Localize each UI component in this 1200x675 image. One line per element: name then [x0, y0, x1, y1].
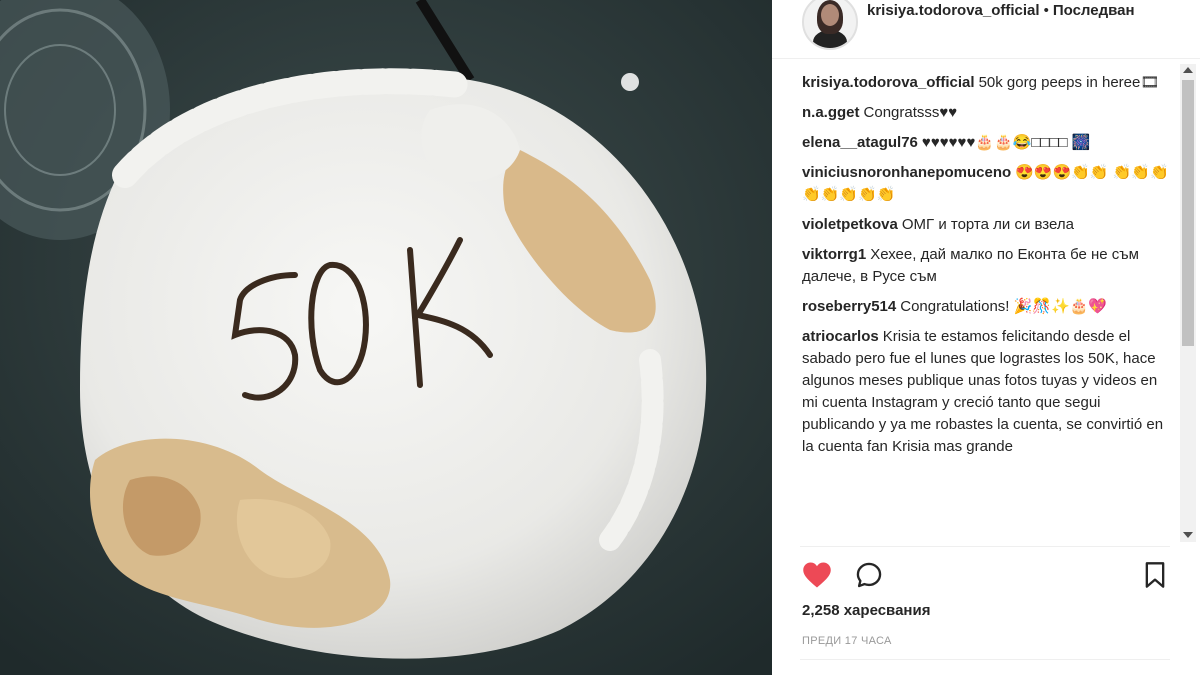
likes-label: харесвания [843, 602, 931, 619]
avatar-face [821, 4, 839, 26]
comment-username[interactable]: n.a.gget [802, 104, 860, 121]
comment-text: Krisia te estamos felicitando desde el s… [802, 328, 1164, 455]
post-timestamp: ПРЕДИ 17 ЧАСА [802, 635, 892, 647]
comment-username[interactable]: elena__atagul76 [802, 134, 918, 151]
scroll-up-arrow-icon[interactable] [1183, 67, 1193, 73]
divider [800, 546, 1170, 547]
likes-count[interactable]: 2,258 харесвания [802, 602, 930, 619]
divider [800, 659, 1170, 660]
header-separator: • [1043, 2, 1049, 19]
save-button[interactable] [1138, 558, 1172, 592]
scrollbar-thumb[interactable] [1182, 80, 1194, 346]
follow-status-button[interactable]: Последван [1053, 2, 1135, 19]
comment-item: krisiya.todorova_official 50k gorg peeps … [802, 72, 1170, 94]
comment-text: Congratulations! 🎉🎊✨🎂💖 [900, 298, 1108, 315]
header-username[interactable]: krisiya.todorova_official [867, 2, 1040, 19]
comment-item: n.a.gget Congratsss♥♥ [802, 102, 1170, 124]
post-photo[interactable] [0, 0, 772, 675]
comment-item: violetpetkova ОМГ и торта ли си взела [802, 214, 1170, 236]
avatar[interactable] [802, 0, 858, 50]
comment-username[interactable]: viniciusnoronhanepomuceno [802, 164, 1011, 181]
comment-item: elena__atagul76 ♥♥♥♥♥♥🎂🎂😂□□□□ 🎆 [802, 132, 1170, 154]
comment-item: viktorrg1 Хехее, дай малко по Еконта бе н… [802, 244, 1170, 288]
scroll-down-arrow-icon[interactable] [1183, 532, 1193, 538]
instagram-post: krisiya.todorova_official • Последван kris… [0, 0, 1200, 675]
comments-list[interactable]: krisiya.todorova_official 50k gorg peeps … [802, 72, 1170, 542]
comment-username[interactable]: atriocarlos [802, 328, 879, 345]
comment-text: ОМГ и торта ли си взела [901, 216, 1074, 233]
comment-text: Congratsss♥♥ [863, 104, 958, 121]
cake-photo-image [0, 0, 772, 675]
comment-text: ♥♥♥♥♥♥🎂🎂😂□□□□ 🎆 [921, 134, 1091, 151]
like-button[interactable] [800, 558, 834, 592]
heart-icon [803, 562, 831, 588]
comment-item: viniciusnoronhanepomuceno 😍😍😍👏👏 👏👏👏👏👏👏👏👏 [802, 162, 1170, 206]
post-side-panel: krisiya.todorova_official • Последван kris… [772, 0, 1200, 675]
comment-username[interactable]: violetpetkova [802, 216, 898, 233]
comment-text: 50k gorg peeps in heree🎞 [978, 74, 1160, 91]
comment-username[interactable]: roseberry514 [802, 298, 896, 315]
comment-username[interactable]: viktorrg1 [802, 246, 866, 263]
comment-button[interactable] [852, 558, 886, 592]
post-header: krisiya.todorova_official • Последван [772, 0, 1200, 59]
likes-number: 2,258 [802, 602, 840, 619]
bookmark-icon [1145, 562, 1165, 588]
comments-scrollbar[interactable] [1180, 64, 1196, 542]
header-text: krisiya.todorova_official • Последван [867, 2, 1135, 19]
post-actions [800, 558, 1170, 594]
comment-username[interactable]: krisiya.todorova_official [802, 74, 975, 91]
comment-item: atriocarlos Krisia te estamos felicitando… [802, 326, 1170, 458]
comment-bubble-icon [856, 562, 882, 588]
comment-item: roseberry514 Congratulations! 🎉🎊✨🎂💖 [802, 296, 1170, 318]
